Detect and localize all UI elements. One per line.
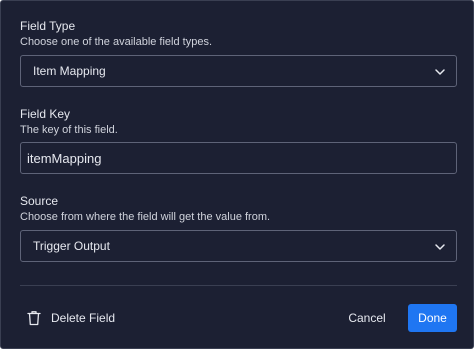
field-key-section: Field Key The key of this field. itemMap… — [20, 107, 457, 174]
field-key-description: The key of this field. — [20, 124, 118, 136]
trash-icon — [27, 311, 41, 326]
field-type-label: Field Type — [20, 19, 76, 33]
field-key-label: Field Key — [20, 107, 71, 121]
delete-field-button[interactable]: Delete Field — [27, 305, 115, 331]
chevron-down-icon — [435, 244, 445, 250]
field-type-section: Field Type Choose one of the available f… — [20, 19, 457, 87]
field-key-value: itemMapping — [27, 150, 102, 166]
footer-divider — [20, 285, 457, 286]
done-button[interactable]: Done — [408, 304, 457, 332]
delete-field-label: Delete Field — [51, 311, 116, 325]
field-settings-dialog: Field Type Choose one of the available f… — [0, 0, 474, 349]
source-selected-value: Trigger Output — [33, 239, 110, 253]
cancel-button[interactable]: Cancel — [339, 305, 395, 331]
field-type-select[interactable]: Item Mapping — [20, 55, 457, 87]
source-label: Source — [20, 194, 59, 208]
field-key-input[interactable]: itemMapping — [20, 142, 457, 174]
field-type-selected-value: Item Mapping — [33, 64, 106, 78]
chevron-down-icon — [435, 69, 445, 75]
source-description: Choose from where the field will get the… — [20, 211, 271, 223]
source-section: Source Choose from where the field will … — [20, 194, 457, 262]
field-type-description: Choose one of the available field types. — [20, 36, 213, 48]
source-select[interactable]: Trigger Output — [20, 230, 457, 262]
